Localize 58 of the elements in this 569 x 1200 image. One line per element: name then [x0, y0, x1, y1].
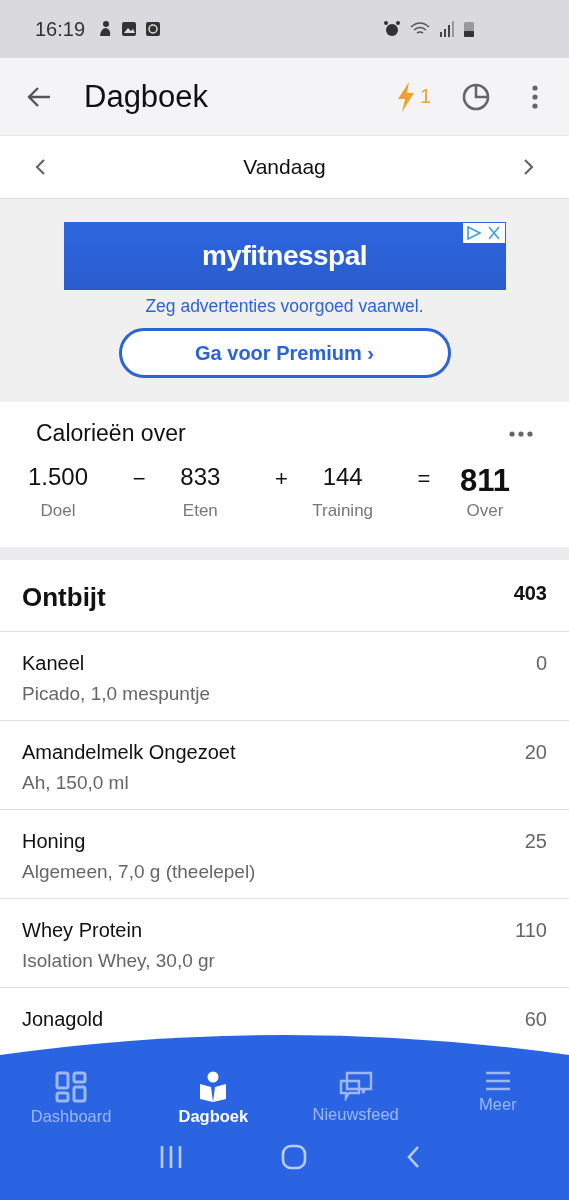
status-time: 16:19 [35, 17, 86, 41]
calorie-label: Training [312, 501, 374, 521]
operator-sign: − [132, 466, 146, 492]
previous-day-icon[interactable] [34, 158, 46, 176]
food-calories: 60 [524, 1008, 547, 1031]
battery-icon [463, 20, 475, 38]
food-name: Honing [22, 830, 87, 853]
image-icon [121, 21, 138, 37]
food-detail: Ah, 150,0 ml [22, 772, 130, 794]
signal-icon [439, 20, 455, 38]
menu-icon [484, 1071, 511, 1091]
operator-sign: = [417, 466, 431, 492]
more-options-icon[interactable] [531, 84, 539, 109]
calorie-label: Eten [182, 501, 218, 521]
food-name: Kaneel [22, 652, 86, 675]
food-calories: 0 [535, 652, 547, 676]
more-options-icon[interactable] [509, 429, 533, 438]
calorie-value: 1.500 [27, 463, 89, 492]
food-detail: Isolation Whey, 30,0 gr [22, 950, 215, 972]
pie-chart-icon[interactable] [461, 81, 491, 112]
food-detail: Algemeen, 7,0 g (theelepel) [22, 861, 256, 883]
ad-banner[interactable]: myfitnesspal [63, 222, 506, 290]
back-arrow-icon[interactable] [26, 85, 52, 108]
meal-title: Ontbijt [22, 582, 106, 613]
nav-tab[interactable]: Dagboek [142, 1071, 285, 1126]
ad-tagline: Zeg advertenties voorgoed vaarwel. [145, 296, 424, 317]
food-name: Whey Protein [22, 919, 144, 942]
meal-total: 403 [513, 582, 547, 605]
calorie-value: 833 [180, 463, 221, 492]
back-icon[interactable] [405, 1145, 420, 1169]
food-entry[interactable]: Whey Protein Isolation Whey, 30,0 gr 110 [0, 899, 569, 988]
ad-brand: myfitnesspal [201, 240, 368, 272]
screen-title: Dagboek [84, 78, 209, 115]
date-label: Vandaag [243, 155, 326, 179]
chat-bubbles-icon [338, 1071, 373, 1101]
calorie-label: Over [466, 501, 504, 521]
food-detail: Picado, 1,0 mespuntje [22, 683, 210, 705]
food-calories: 20 [524, 741, 547, 765]
calories-title: Calorieën over [36, 420, 186, 447]
calorie-value: 144 [322, 463, 363, 492]
dashboard-grid-icon [55, 1071, 88, 1103]
reading-person-icon [198, 1071, 229, 1103]
food-entry[interactable]: Amandelmelk Ongezoet Ah, 150,0 ml 20 [0, 721, 569, 810]
food-entry[interactable]: Honing Algemeen, 7,0 g (theelepel) 25 [0, 810, 569, 899]
food-calories: 110 [515, 919, 547, 943]
food-entry[interactable]: Kaneel Picado, 1,0 mespuntje 0 [0, 632, 569, 721]
recent-apps-icon[interactable] [159, 1145, 184, 1169]
food-name: Amandelmelk Ongezoet [22, 741, 236, 764]
food-name: Jonagold [22, 1008, 104, 1031]
food-calories: 25 [524, 830, 547, 854]
food-entry[interactable]: Jonagold 60 [0, 988, 569, 1033]
premium-button[interactable]: Ga voor Premium › [118, 328, 451, 378]
home-icon[interactable] [281, 1144, 308, 1170]
calorie-label: Doel [40, 501, 76, 521]
operator-sign: + [275, 466, 288, 492]
ad-choices-icon[interactable] [462, 223, 505, 243]
next-day-icon[interactable] [523, 158, 535, 176]
calorie-value: 811 [459, 463, 510, 493]
